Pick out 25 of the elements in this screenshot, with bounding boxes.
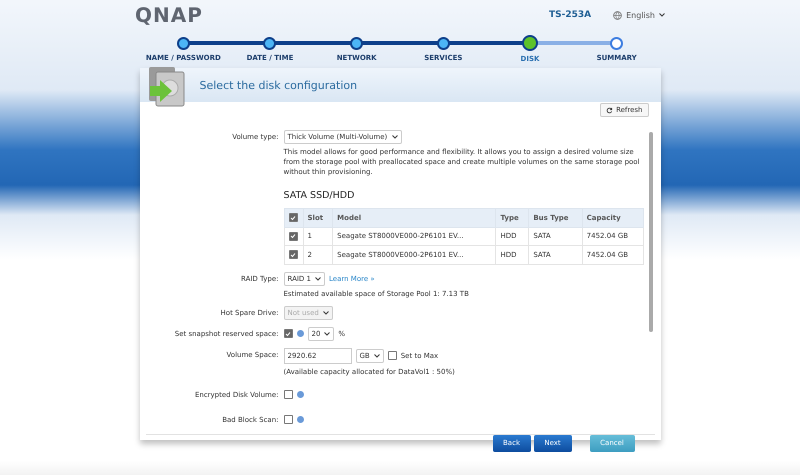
checkbox[interactable] — [288, 213, 298, 222]
caret-icon — [315, 276, 322, 280]
refresh-icon — [606, 106, 614, 114]
section-title: SATA SSD/HDD — [284, 190, 356, 201]
checkbox[interactable] — [388, 351, 397, 360]
caret-icon — [392, 135, 398, 139]
caret-icon — [322, 310, 329, 314]
model-name: TS-253A — [549, 10, 592, 20]
help-icon[interactable] — [296, 391, 304, 398]
language-selector[interactable]: English — [613, 10, 665, 20]
caret-icon — [374, 354, 380, 358]
help-icon[interactable] — [296, 330, 304, 337]
help-icon[interactable] — [296, 416, 304, 423]
checkbox[interactable] — [288, 232, 298, 240]
globe-icon — [613, 10, 622, 20]
checkbox[interactable] — [288, 250, 298, 259]
step-marker — [610, 37, 624, 50]
caret-icon — [659, 13, 665, 17]
logo: QNAP — [135, 3, 203, 27]
checkbox[interactable] — [284, 329, 292, 338]
disk-icon — [148, 66, 188, 108]
checkbox[interactable] — [284, 415, 292, 424]
panel-title: Select the disk configuration — [200, 78, 358, 92]
caret-icon — [324, 332, 330, 336]
checkbox[interactable] — [284, 390, 292, 399]
